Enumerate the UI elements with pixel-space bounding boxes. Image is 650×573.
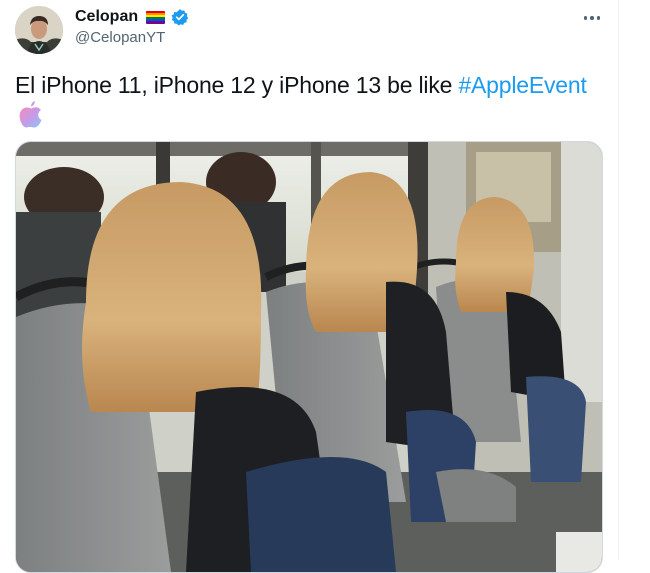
tweet-card: Celopan @CelopanYT El iPhone 11, iPhone … — [0, 0, 618, 573]
tweet-author: Celopan @CelopanYT — [75, 7, 189, 48]
tweet-text-body: El iPhone 11, iPhone 12 y iPhone 13 be l… — [15, 72, 459, 98]
apple-emoji-icon — [19, 101, 42, 128]
user-handle[interactable]: @CelopanYT — [75, 28, 189, 48]
rainbow-flag-icon — [146, 10, 166, 24]
display-name[interactable]: Celopan — [75, 7, 138, 27]
photo-bus-passengers — [16, 142, 602, 572]
column-divider — [618, 0, 619, 560]
tweet-media-photo[interactable] — [15, 141, 603, 573]
more-dots-icon[interactable] — [578, 6, 606, 30]
hashtag-link[interactable]: #AppleEvent — [458, 72, 586, 98]
tweet-text: El iPhone 11, iPhone 12 y iPhone 13 be l… — [15, 71, 610, 99]
verified-badge-icon — [171, 9, 189, 26]
avatar[interactable] — [15, 6, 63, 54]
